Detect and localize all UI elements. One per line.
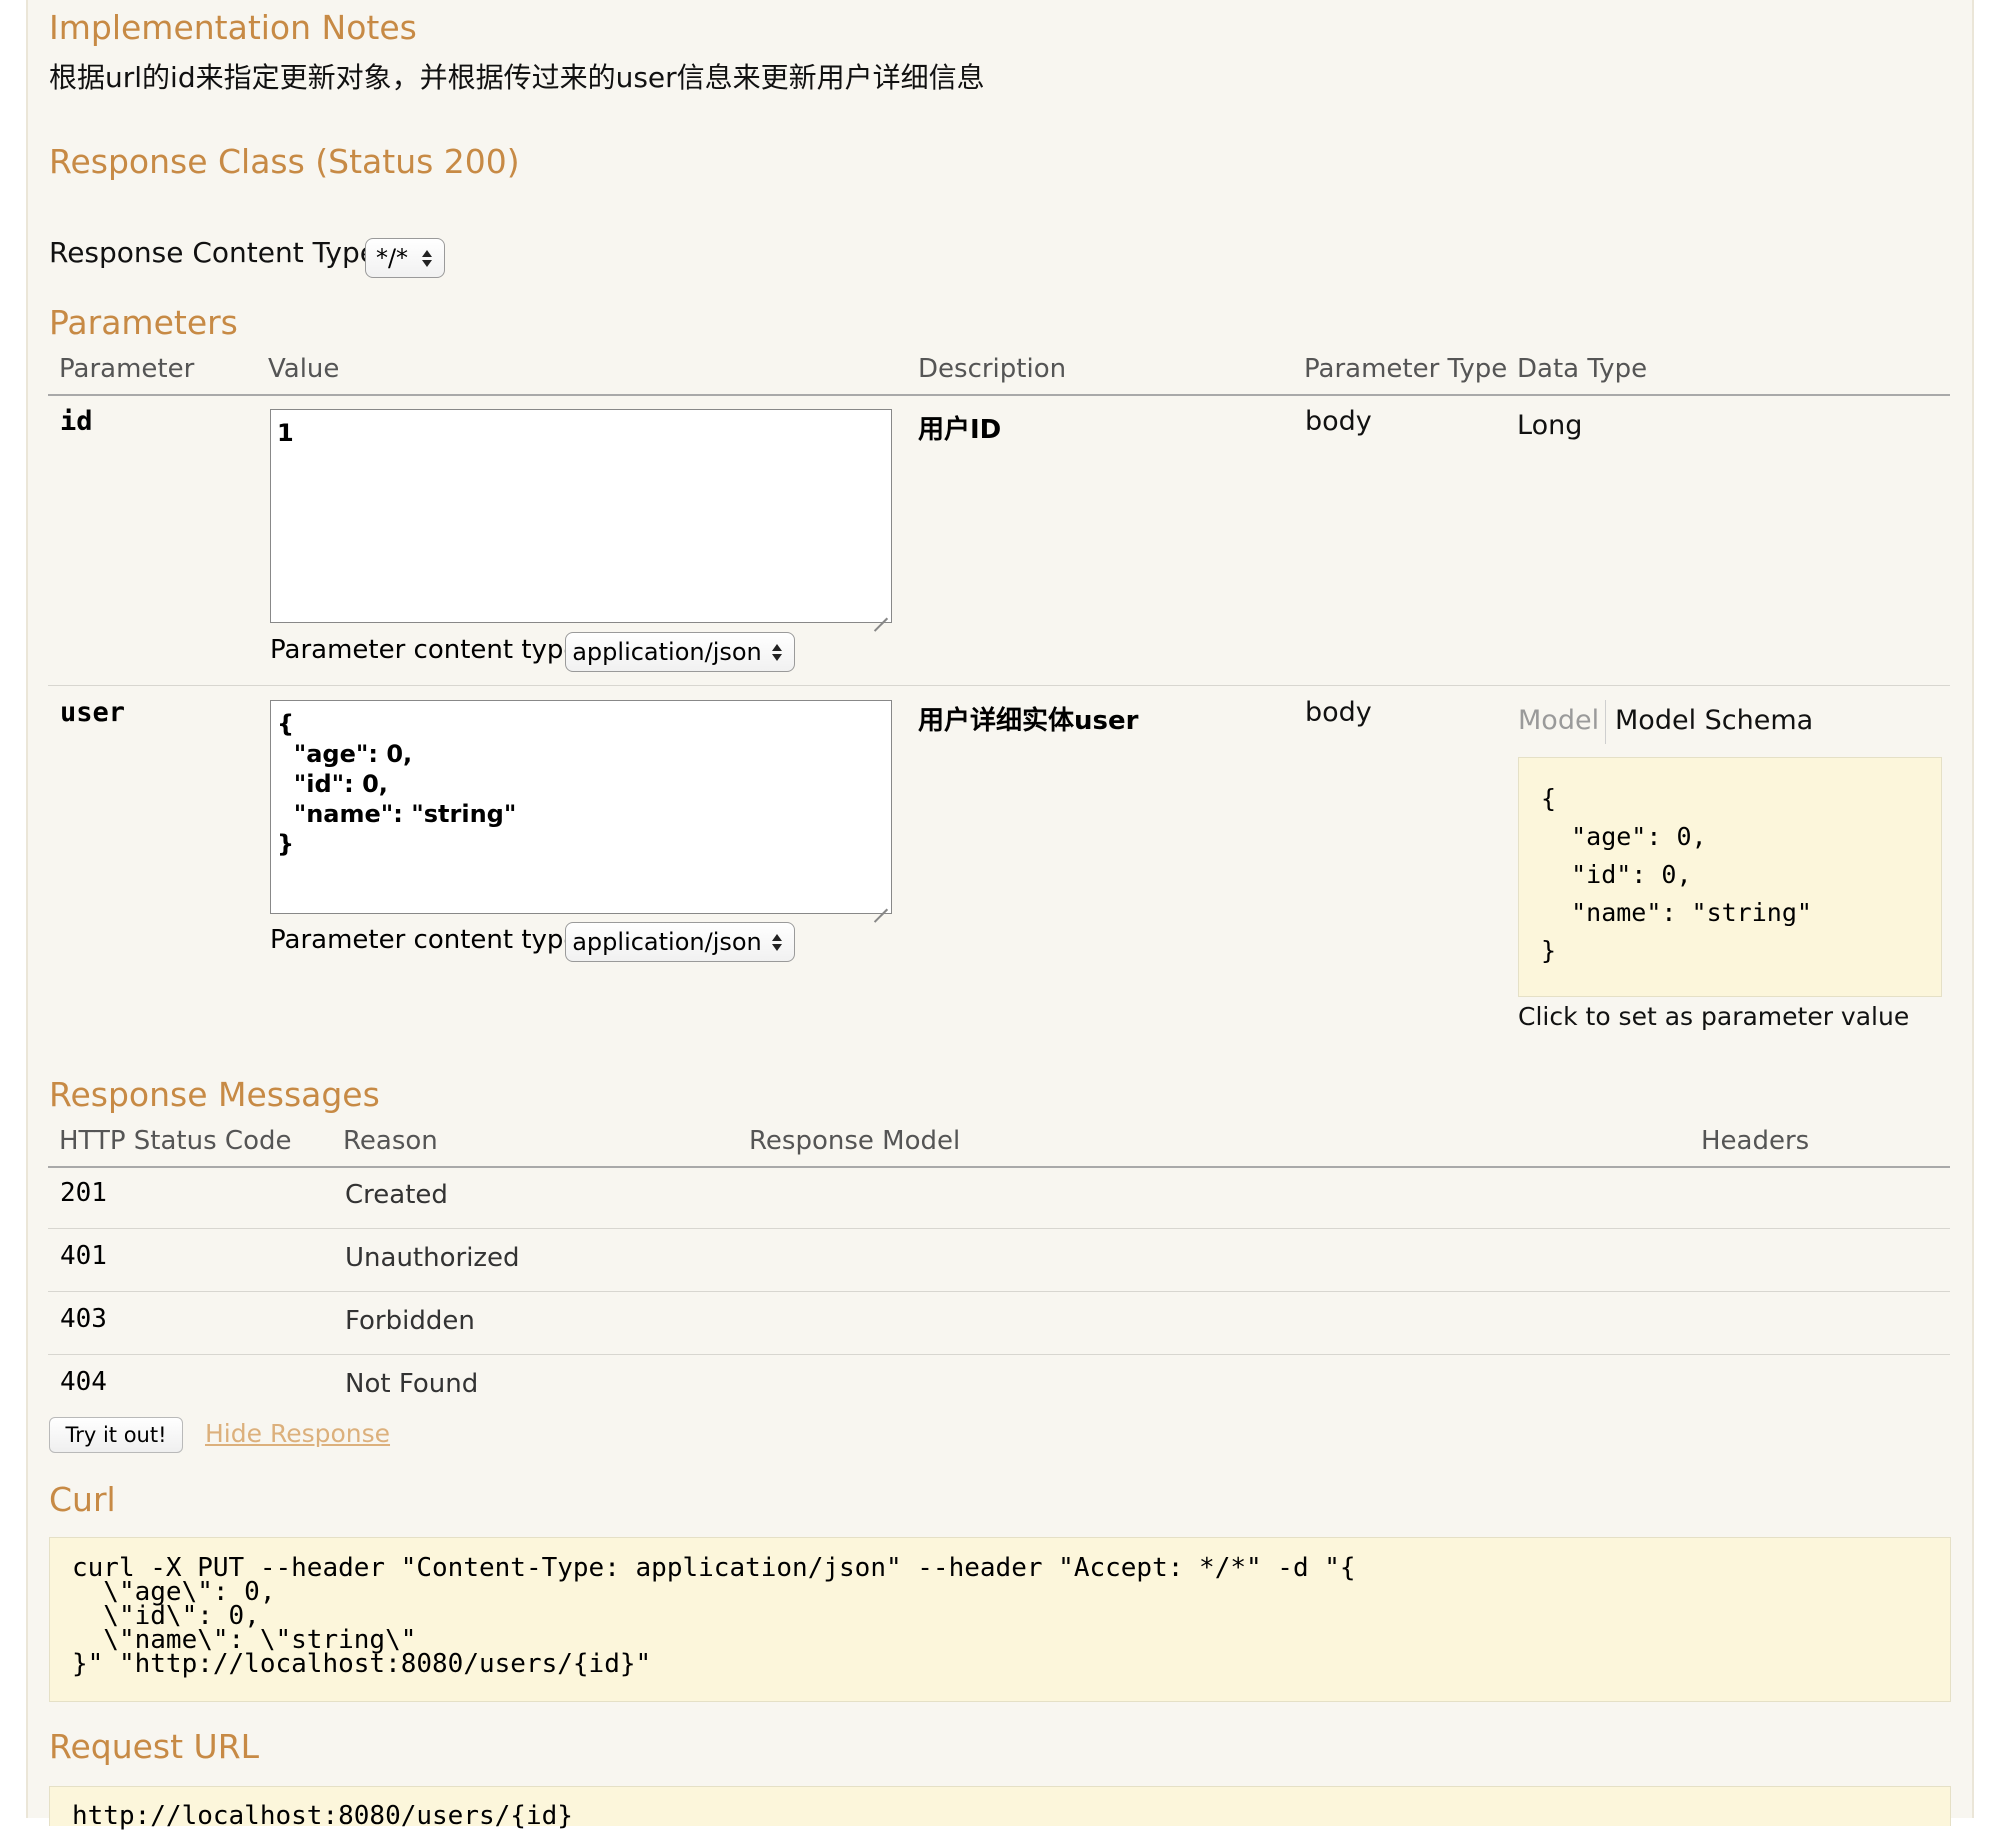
resp-col-reason: Reason	[343, 1126, 438, 1156]
tab-model[interactable]: Model	[1518, 705, 1599, 736]
resp-col-status: HTTP Status Code	[59, 1126, 292, 1156]
param-value-user-textarea[interactable]: { "age": 0, "id": 0, "name": "string" }	[270, 700, 892, 914]
response-content-type-label: Response Content Type	[49, 236, 377, 269]
param-content-type-select-user[interactable]: application/json	[565, 922, 795, 962]
resp-reason: Forbidden	[345, 1306, 475, 1336]
param-col-value: Value	[268, 354, 340, 384]
response-content-type-select[interactable]: */*	[365, 238, 445, 278]
param-col-data-type: Data Type	[1517, 354, 1648, 384]
resp-header-rule	[48, 1166, 1950, 1168]
request-url-value: http://localhost:8080/users/{id}	[49, 1786, 1951, 1831]
resize-grip-icon[interactable]	[874, 605, 888, 619]
resp-reason: Created	[345, 1180, 448, 1210]
model-tabs-divider	[1605, 700, 1606, 744]
resize-grip-icon[interactable]	[874, 896, 888, 910]
select-arrows-icon	[418, 249, 436, 267]
resp-code: 404	[60, 1367, 107, 1397]
param-row-divider	[48, 685, 1950, 686]
parameters-heading: Parameters	[49, 303, 238, 342]
param-content-type-value-id: application/json	[572, 638, 762, 666]
param-col-description: Description	[918, 354, 1067, 384]
response-messages-heading: Response Messages	[49, 1075, 380, 1114]
hide-response-link[interactable]: Hide Response	[205, 1419, 390, 1448]
resp-reason: Unauthorized	[345, 1243, 520, 1273]
implementation-notes-heading: Implementation Notes	[49, 8, 417, 47]
resp-reason: Not Found	[345, 1369, 479, 1399]
param-content-type-label-user: Parameter content type:	[270, 925, 589, 955]
resp-row-divider	[48, 1228, 1950, 1229]
select-arrows-icon	[768, 643, 786, 661]
param-name-user: user	[60, 697, 126, 728]
resp-col-model: Response Model	[749, 1126, 961, 1156]
response-content-type-value: */*	[375, 244, 409, 272]
param-type-user: body	[1305, 697, 1372, 728]
tab-model-schema[interactable]: Model Schema	[1615, 705, 1813, 736]
resp-row-divider	[48, 1354, 1950, 1355]
resp-row-divider	[48, 1291, 1950, 1292]
resp-col-headers: Headers	[1701, 1126, 1810, 1156]
model-schema-box[interactable]: { "age": 0, "id": 0, "name": "string" }	[1518, 757, 1942, 997]
param-content-type-label-id: Parameter content type:	[270, 635, 589, 665]
param-desc-user: 用户详细实体user	[918, 706, 1139, 736]
curl-heading: Curl	[49, 1480, 116, 1519]
model-schema-hint: Click to set as parameter value	[1518, 1002, 1910, 1031]
param-content-type-value-user: application/json	[572, 928, 762, 956]
param-content-type-select-id[interactable]: application/json	[565, 632, 795, 672]
param-col-parameter-type: Parameter Type	[1304, 354, 1508, 384]
implementation-notes-text: 根据url的id来指定更新对象，并根据传过来的user信息来更新用户详细信息	[49, 61, 985, 94]
select-arrows-icon	[768, 933, 786, 951]
param-desc-id: 用户ID	[918, 415, 1002, 445]
param-type-id: body	[1305, 406, 1372, 437]
param-col-parameter: Parameter	[59, 354, 195, 384]
request-url-heading: Request URL	[49, 1727, 260, 1766]
resp-code: 201	[60, 1178, 107, 1208]
try-it-out-button[interactable]: Try it out!	[49, 1417, 183, 1453]
param-value-id-textarea[interactable]: 1	[270, 409, 892, 623]
param-header-rule	[48, 394, 1950, 396]
resp-code: 403	[60, 1304, 107, 1334]
response-class-heading: Response Class (Status 200)	[49, 142, 520, 181]
param-name-id: id	[60, 406, 93, 437]
curl-command: curl -X PUT --header "Content-Type: appl…	[49, 1537, 1951, 1702]
param-datatype-id: Long	[1517, 410, 1583, 441]
resp-code: 401	[60, 1241, 107, 1271]
